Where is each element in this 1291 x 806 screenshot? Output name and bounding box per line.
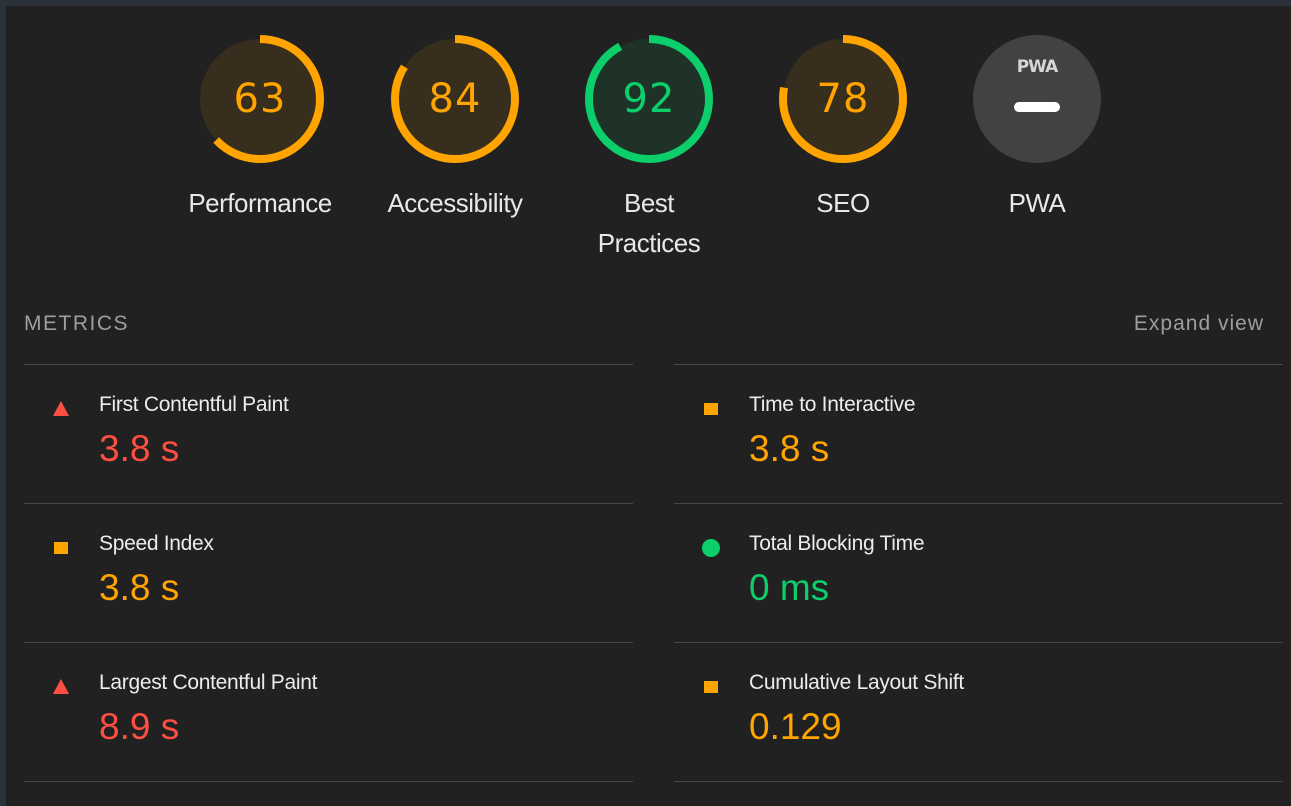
metric-value: 8.9 s <box>99 706 180 747</box>
seo-score: 78 <box>816 76 870 122</box>
metric-value: 3.8 s <box>749 428 830 469</box>
metric-name: First Contentful Paint <box>99 393 289 416</box>
pwa-badge-ring: PWA <box>971 33 1103 165</box>
category-gauges: 63 Performance 84 Accessibility 92 Best … <box>6 6 1291 276</box>
metric-name: Cumulative Layout Shift <box>749 671 964 694</box>
metric-cumulative-layout-shift: Cumulative Layout Shift 0.129 <box>674 642 1283 782</box>
accessibility-score: 84 <box>428 76 482 122</box>
pwa-badge-text: PWA <box>1016 57 1059 77</box>
best-practices-score: 92 <box>622 76 676 122</box>
best-practices-label: Best Practices <box>564 183 734 263</box>
performance-score: 63 <box>233 76 287 122</box>
pwa-badge: PWA <box>973 35 1101 163</box>
gauge-performance[interactable]: 63 Performance <box>175 6 345 223</box>
best-practices-score-ring: 92 <box>583 33 715 165</box>
pwa-label: PWA <box>1008 188 1066 218</box>
seo-score-ring: 78 <box>777 33 909 165</box>
gauge-seo[interactable]: 78 SEO <box>758 6 928 223</box>
metric-value: 0 ms <box>749 567 830 608</box>
accessibility-score-ring: 84 <box>389 33 521 165</box>
metric-speed-index: Speed Index 3.8 s <box>24 503 633 643</box>
gauge-best-practices[interactable]: 92 Best Practices <box>564 6 734 263</box>
performance-label: Performance <box>188 188 332 218</box>
orange-square-icon <box>702 678 720 696</box>
metric-name: Largest Contentful Paint <box>99 671 318 694</box>
metric-value: 3.8 s <box>99 428 180 469</box>
green-circle-icon <box>702 539 720 557</box>
orange-square-icon <box>702 400 720 418</box>
metrics-header: METRICS Expand view <box>24 312 1264 342</box>
red-triangle-icon <box>52 678 70 696</box>
dash-icon <box>1014 102 1060 112</box>
seo-label: SEO <box>816 188 870 218</box>
performance-score-ring: 63 <box>194 33 326 165</box>
gauge-pwa[interactable]: PWA PWA <box>952 6 1122 223</box>
best-practices-label-line-1: Best <box>623 188 675 218</box>
metric-first-contentful-paint: First Contentful Paint 3.8 s <box>24 364 633 504</box>
metric-largest-contentful-paint: Largest Contentful Paint 8.9 s <box>24 642 633 782</box>
red-triangle-icon <box>52 400 70 418</box>
metric-name: Total Blocking Time <box>749 532 925 555</box>
metric-total-blocking-time: Total Blocking Time 0 ms <box>674 503 1283 643</box>
metrics-title: METRICS <box>24 312 129 335</box>
accessibility-label: Accessibility <box>387 188 523 218</box>
metric-value: 0.129 <box>749 706 842 747</box>
gauge-accessibility[interactable]: 84 Accessibility <box>370 6 540 223</box>
lighthouse-report-panel: 63 Performance 84 Accessibility 92 Best … <box>6 6 1291 806</box>
metric-time-to-interactive: Time to Interactive 3.8 s <box>674 364 1283 504</box>
expand-view-button[interactable]: Expand view <box>1134 312 1264 336</box>
best-practices-label-line-2: Practices <box>597 228 701 258</box>
metric-value: 3.8 s <box>99 567 180 608</box>
metric-name: Time to Interactive <box>749 393 916 416</box>
metric-name: Speed Index <box>99 532 214 555</box>
orange-square-icon <box>52 539 70 557</box>
